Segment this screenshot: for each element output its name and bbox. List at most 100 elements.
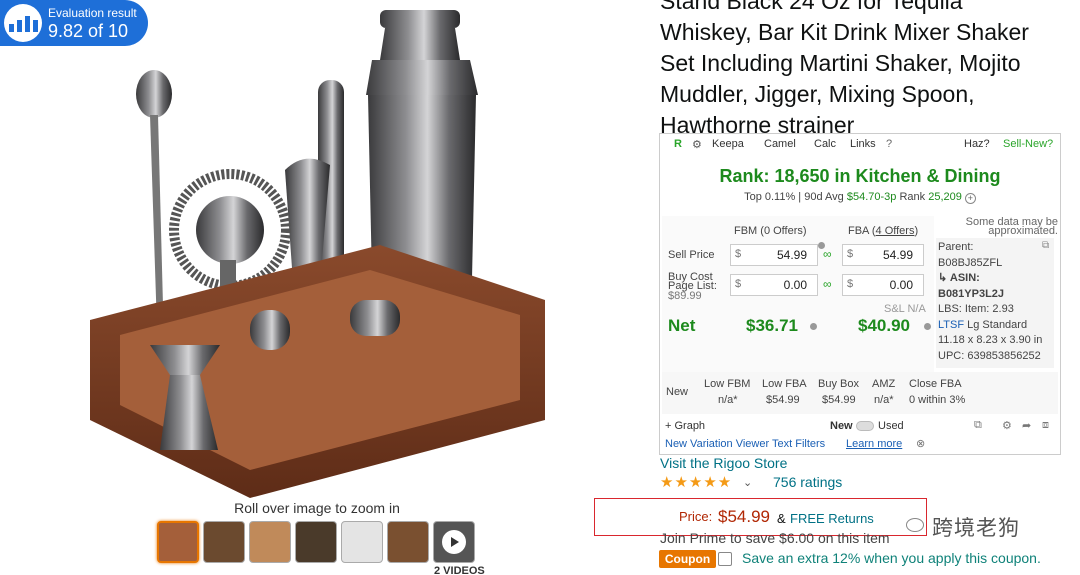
play-icon — [442, 530, 466, 554]
used-toggle-label: Used — [878, 420, 904, 432]
links-menu[interactable]: Links — [850, 138, 876, 150]
sell-new-link[interactable]: Sell-New? — [1003, 138, 1053, 150]
wechat-icon — [906, 518, 924, 532]
link-icon[interactable]: ∞ — [823, 277, 832, 291]
profit-calculator: FBM (0 Offers) FBA (4 Offers) Sell Price… — [662, 216, 934, 376]
thumbnail[interactable] — [387, 521, 429, 563]
copy-icon[interactable]: ⧉ — [974, 419, 982, 432]
video-thumbnail[interactable] — [433, 521, 475, 563]
fba-header: FBA (4 Offers) — [848, 225, 919, 237]
learn-more-link[interactable]: Learn more — [846, 438, 902, 450]
bar-chart-icon — [4, 4, 42, 42]
rank-avg: $54.70-3p — [846, 191, 897, 203]
keepa-panel: R ⚙ Keepa Camel Calc Links ? Haz? Sell-N… — [659, 133, 1061, 455]
parent-asin: B08BJ85ZFL — [938, 256, 1003, 269]
fbm-buy-cost-input[interactable]: $0.00 — [730, 274, 818, 296]
price-ampersand: & — [777, 511, 786, 526]
gear-icon[interactable]: ⚙ — [692, 138, 702, 151]
store-link[interactable]: Visit the Rigoo Store — [660, 455, 787, 471]
settings-icon[interactable]: ⚙ — [1002, 419, 1012, 432]
stat-value: $54.99 — [766, 394, 800, 406]
thumbnail[interactable] — [341, 521, 383, 563]
external-link-icon[interactable]: ⧉ — [1042, 240, 1049, 251]
thumbnail[interactable] — [157, 521, 199, 563]
sell-price-label: Sell Price — [668, 249, 715, 261]
stat-value: n/a* — [718, 394, 738, 406]
haz-link[interactable]: Haz? — [964, 138, 990, 150]
zoom-hint: Roll over image to zoom in — [234, 500, 400, 516]
prime-savings[interactable]: Join Prime to save $6.00 on this item — [660, 530, 890, 546]
rank-sub: Top 0.11% | 90d Avg $54.70-3p Rank 25,20… — [660, 191, 1060, 204]
watermark: 跨境老狗 — [932, 517, 1020, 540]
add-icon[interactable]: + — [964, 193, 976, 204]
price-value: $54.99 — [718, 507, 770, 526]
close-icon[interactable]: ⊗ — [916, 437, 925, 450]
window-icon[interactable]: ⧈ — [1042, 419, 1049, 432]
dimensions: 11.18 x 8.23 x 3.90 in — [938, 334, 1043, 346]
stat-value: n/a* — [874, 394, 894, 406]
net-fba: $40.90 — [858, 316, 910, 335]
approx-note: Some data may be approximated. — [965, 216, 1058, 237]
keepa-logo-icon: R — [674, 138, 682, 150]
offer-stats: New Low FBM Low FBA Buy Box AMZ Close FB… — [662, 372, 1058, 414]
price-label: Price: — [679, 509, 713, 524]
info-icon — [924, 323, 931, 330]
ltsf-link[interactable]: LTSF — [938, 319, 964, 331]
camel-menu[interactable]: Camel — [764, 138, 796, 150]
product-details: Parent: B08BJ85ZFL ↳ ASIN: B081YP3L2J LB… — [936, 238, 1054, 368]
rank-value: 25,209 — [928, 191, 962, 203]
info-icon — [810, 323, 817, 330]
variation-viewer-link[interactable]: New Variation Viewer Text Filters — [665, 438, 825, 450]
parent-label: Parent: — [938, 241, 974, 253]
star-rating[interactable]: ★★★★★ — [660, 473, 732, 491]
coupon-text[interactable]: Save an extra 12% when you apply this co… — [742, 550, 1041, 566]
new-used-toggle[interactable] — [856, 421, 874, 431]
keepa-toolbar: R ⚙ Keepa Camel Calc Links ? Haz? Sell-N… — [660, 134, 1060, 156]
asin-row: ↳ ASIN: — [938, 272, 980, 284]
graph-toggle[interactable]: + Graph — [665, 420, 705, 432]
stat-header: Low FBM — [704, 378, 751, 390]
stat-header: Close FBA — [909, 378, 962, 390]
keepa-menu[interactable]: Keepa — [712, 138, 744, 150]
net-fbm: $36.71 — [746, 316, 798, 335]
stat-value: 0 within 3% — [909, 394, 966, 406]
stat-header: Buy Box — [818, 378, 859, 390]
asin-value: B081YP3L2J — [938, 287, 1005, 300]
net-label: Net — [668, 316, 696, 335]
fbm-sell-price-input[interactable]: $54.99 — [730, 244, 818, 266]
product-image[interactable] — [80, 0, 560, 498]
title-line: Muddler, Jigger, Mixing Spoon, — [660, 81, 975, 107]
thumbnail[interactable] — [203, 521, 245, 563]
help-icon[interactable]: ? — [886, 138, 892, 150]
upc: UPC: 639853856252 — [938, 349, 1041, 362]
share-icon[interactable]: ➦ — [1022, 419, 1031, 432]
thumbnail[interactable] — [249, 521, 291, 563]
product-title: Stand Black 24 Oz for Tequila Whiskey, B… — [660, 0, 1060, 141]
coupon-checkbox[interactable] — [718, 552, 732, 566]
stat-header: AMZ — [872, 378, 896, 390]
lbs-item: LBS: Item: 2.93 — [938, 303, 1014, 315]
ltsf-row: LTSF Lg Standard — [938, 318, 1028, 331]
thumbnail-strip — [157, 521, 475, 563]
chevron-down-icon[interactable]: ⌄ — [743, 476, 752, 489]
sales-rank: Rank: 18,650 in Kitchen & Dining — [719, 166, 1001, 186]
fba-sell-price-input[interactable]: $54.99 — [842, 244, 924, 266]
keepa-footer: + Graph New Used ⧉ ⚙ ➦ ⧈ New Variation V… — [660, 416, 1060, 452]
title-line: Stand Black 24 Oz for Tequila — [660, 0, 963, 14]
fba-buy-cost-input[interactable]: $0.00 — [842, 274, 924, 296]
link-icon[interactable]: ∞ — [823, 247, 832, 261]
stat-value: $54.99 — [822, 394, 856, 406]
rank-label: Rank — [899, 191, 926, 203]
fbm-header: FBM (0 Offers) — [734, 225, 807, 237]
free-returns-link[interactable]: FREE Returns — [790, 511, 874, 526]
page-list-value: $89.99 — [668, 290, 702, 302]
ratings-count[interactable]: 756 ratings — [773, 474, 842, 490]
stat-header: Low FBA — [762, 378, 807, 390]
stats-new-label: New — [666, 386, 689, 398]
new-toggle-label: New — [830, 420, 853, 432]
title-line: Whiskey, Bar Kit Drink Mixer Shaker — [660, 19, 1029, 45]
fba-offers-link[interactable]: 4 Offers — [876, 225, 915, 237]
coupon-badge: Coupon — [659, 550, 716, 568]
calc-menu[interactable]: Calc — [814, 138, 836, 150]
thumbnail[interactable] — [295, 521, 337, 563]
